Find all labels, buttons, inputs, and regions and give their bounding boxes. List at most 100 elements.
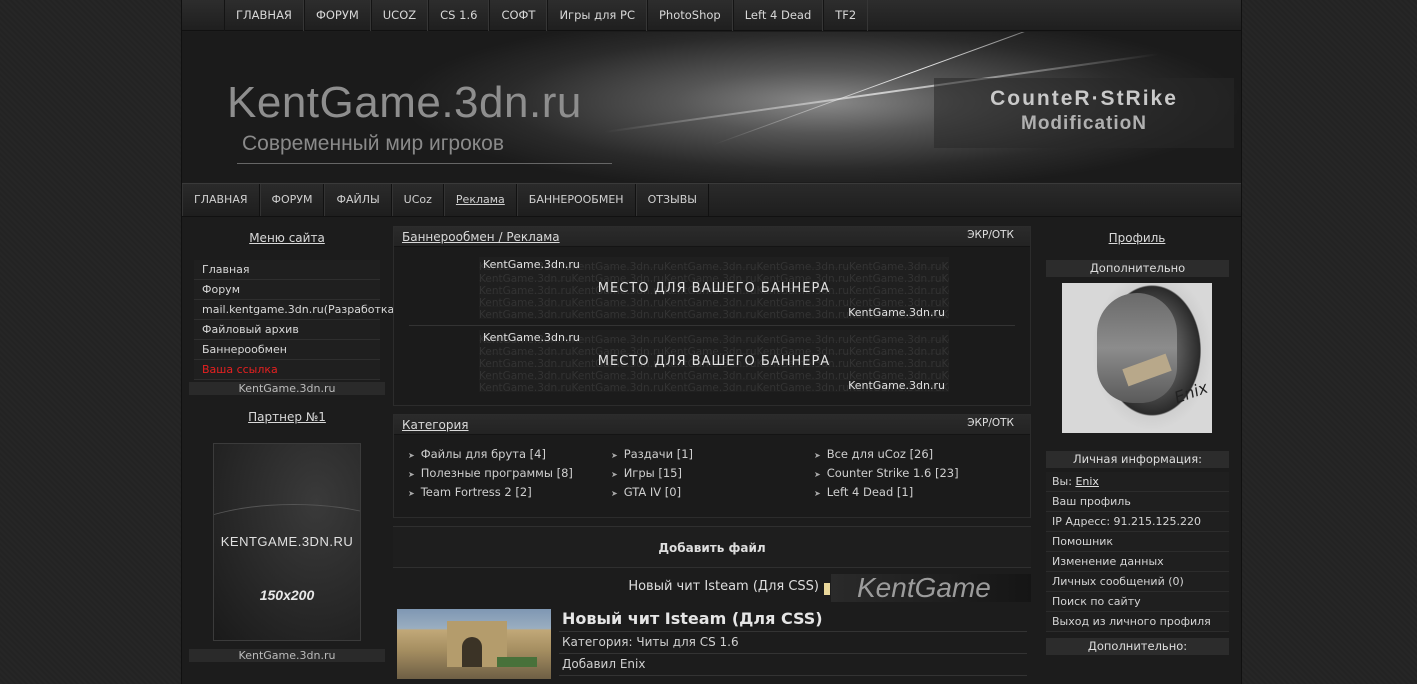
profile-title[interactable]: Профиль bbox=[1043, 226, 1231, 250]
menu-footer: KentGame.3dn.ru bbox=[189, 382, 385, 395]
avatar-signature: Enix bbox=[1171, 377, 1211, 408]
banner-top-left-text: KentGame.3dn.ru bbox=[483, 331, 580, 344]
top-nav-item-pc-games[interactable]: Игры для PC bbox=[547, 0, 647, 31]
category-item[interactable]: ➤ Файлы для брута [4] bbox=[408, 445, 611, 464]
category-item[interactable]: ➤ Team Fortress 2 [2] bbox=[408, 483, 611, 502]
top-nav-item-photoshop[interactable]: PhotoShop bbox=[646, 0, 733, 31]
top-nav-item-forum[interactable]: ФОРУМ bbox=[303, 0, 371, 31]
category-column: ➤ Все для uCoz [26] ➤ Counter Strike 1.6 [… bbox=[814, 445, 1017, 503]
sub-nav-item-files[interactable]: ФАЙЛЫ bbox=[324, 184, 392, 216]
banner-exchange-block: Баннерообмен / Реклама ЭКР/ОТК KentGame.… bbox=[393, 226, 1031, 406]
banner-468[interactable]: KentGame.3dn.ruKentGame.3dn.ruKentGame.3… bbox=[479, 330, 949, 392]
right-column: Профиль Дополнительно Enix Личная информ… bbox=[1043, 226, 1231, 655]
ip-address: IP Адресс: 91.215.125.220 bbox=[1046, 512, 1229, 532]
category-item[interactable]: ➤ Все для uCoz [26] bbox=[814, 445, 1017, 464]
entry-header-title[interactable]: Новый чит Isteam (Для CSS) bbox=[628, 579, 819, 594]
partner-footer: KentGame.3dn.ru bbox=[189, 649, 385, 662]
category-item[interactable]: ➤ Игры [15] bbox=[611, 464, 814, 483]
category-block: Категория ЭКР/ОТК ➤ Файлы для брута [4] ➤… bbox=[393, 414, 1031, 518]
sub-nav-item-forum[interactable]: ФОРУМ bbox=[259, 184, 325, 216]
menu-item-mail[interactable]: mail.kentgame.3dn.ru(Разработка) bbox=[194, 300, 399, 320]
add-file-button[interactable]: Добавить файл bbox=[393, 526, 1031, 568]
extra-section-header-2: Дополнительно: bbox=[1046, 638, 1229, 655]
partner-title[interactable]: Партнер №1 bbox=[187, 399, 387, 435]
category-item[interactable]: ➤ Раздачи [1] bbox=[611, 445, 814, 464]
banner-exchange-title[interactable]: Баннерообмен / Реклама bbox=[402, 230, 560, 244]
top-nav-item-l4d[interactable]: Left 4 Dead bbox=[732, 0, 824, 31]
edit-data-link[interactable]: Изменение данных bbox=[1046, 552, 1229, 572]
entry-thumbnail[interactable] bbox=[397, 609, 551, 679]
site-slogan: Современный мир игроков bbox=[242, 132, 505, 155]
banner-468[interactable]: KentGame.3dn.ruKentGame.3dn.ruKentGame.3… bbox=[479, 257, 949, 319]
banner-slot: KentGame.3dn.ruKentGame.3dn.ruKentGame.3… bbox=[409, 253, 1015, 319]
category-column: ➤ Раздачи [1] ➤ Игры [15] ➤ GTA IV [0] bbox=[611, 445, 814, 503]
arrow-icon: ➤ bbox=[408, 451, 415, 460]
menu-item-banner-exchange[interactable]: Баннерообмен bbox=[194, 340, 380, 360]
menu-item-forum[interactable]: Форум bbox=[194, 280, 380, 300]
category-item[interactable]: ➤ Полезные программы [8] bbox=[408, 464, 611, 483]
site-menu-title[interactable]: Меню сайта bbox=[187, 220, 387, 256]
sub-nav: ГЛАВНАЯ ФОРУМ ФАЙЛЫ UCoz Реклама БАННЕРО… bbox=[182, 183, 1241, 217]
messages-link[interactable]: Личных сообщений (0) bbox=[1046, 572, 1229, 592]
menu-item-main[interactable]: Главная bbox=[194, 260, 380, 280]
top-nav-item-main[interactable]: ГЛАВНАЯ bbox=[224, 0, 304, 31]
personal-info-header: Личная информация: bbox=[1046, 451, 1229, 468]
banner-exchange-header: Баннерообмен / Реклама ЭКР/ОТК bbox=[394, 227, 1030, 247]
site-menu: Главная Форум mail.kentgame.3dn.ru(Разра… bbox=[194, 260, 399, 380]
username-link[interactable]: Enix bbox=[1075, 475, 1099, 488]
category-column: ➤ Файлы для брута [4] ➤ Полезные программы… bbox=[408, 445, 611, 503]
top-nav-item-ucoz[interactable]: UCOZ bbox=[370, 0, 429, 31]
extra-section-header: Дополнительно bbox=[1046, 260, 1229, 277]
category-item[interactable]: ➤ GTA IV [0] bbox=[611, 483, 814, 502]
kentgame-logo: KentGame bbox=[831, 574, 1031, 602]
sub-nav-item-reviews[interactable]: ОТЗЫВЫ bbox=[635, 184, 709, 216]
entry-divider bbox=[559, 653, 1027, 654]
arrow-icon: ➤ bbox=[814, 489, 821, 498]
cs-logo-line1: CounteR·StRike bbox=[990, 87, 1178, 110]
banner-bottom-right-text: KentGame.3dn.ru bbox=[848, 306, 945, 319]
block-toggle[interactable]: ЭКР/ОТК bbox=[967, 229, 1014, 241]
sub-nav-item-ucoz[interactable]: UCoz bbox=[391, 184, 444, 216]
category-title[interactable]: Категория bbox=[402, 418, 469, 432]
site-search-link[interactable]: Поиск по сайту bbox=[1046, 592, 1229, 612]
entry-title[interactable]: Новый чит Isteam (Для CSS) bbox=[562, 609, 823, 628]
arrow-icon: ➤ bbox=[611, 451, 618, 460]
entry-category: Категория: Читы для CS 1.6 bbox=[562, 635, 739, 649]
banner-placeholder-text: МЕСТО ДЛЯ ВАШЕГО БАННЕРА bbox=[597, 354, 831, 369]
banner-bottom-right-text: KentGame.3dn.ru bbox=[848, 379, 945, 392]
banner-slot: KentGame.3dn.ruKentGame.3dn.ruKentGame.3… bbox=[409, 325, 1015, 392]
entry-author: Добавил Enix bbox=[562, 657, 646, 671]
top-nav-item-soft[interactable]: СОФТ bbox=[489, 0, 548, 31]
top-nav-item-cs16[interactable]: CS 1.6 bbox=[428, 0, 490, 31]
banner-placeholder-text: МЕСТО ДЛЯ ВАШЕГО БАННЕРА bbox=[597, 281, 831, 296]
profile-link[interactable]: Ваш профиль bbox=[1046, 492, 1229, 512]
entry-header: Новый чит Isteam (Для CSS) KentGame bbox=[393, 572, 1031, 604]
sub-nav-item-ads[interactable]: Реклама bbox=[443, 184, 517, 216]
partner-banner-size: 150x200 bbox=[259, 587, 315, 603]
top-nav-item-tf2[interactable]: TF2 bbox=[823, 0, 869, 31]
partner-banner-text: KENTGAME.3DN.RU bbox=[220, 534, 354, 549]
center-column: Баннерообмен / Реклама ЭКР/ОТК KentGame.… bbox=[393, 226, 1031, 679]
arrow-icon: ➤ bbox=[611, 489, 618, 498]
file-entry: Новый чит Isteam (Для CSS) Категория: Чи… bbox=[393, 609, 1031, 679]
cs-logo-line2: ModificatioN bbox=[1021, 113, 1147, 134]
sub-nav-item-main[interactable]: ГЛАВНАЯ bbox=[182, 184, 260, 216]
menu-item-file-archive[interactable]: Файловый архив bbox=[194, 320, 380, 340]
block-toggle[interactable]: ЭКР/ОТК bbox=[967, 417, 1014, 429]
category-list: ➤ Файлы для брута [4] ➤ Полезные программы… bbox=[394, 435, 1030, 503]
slogan-divider bbox=[237, 163, 612, 164]
current-user: Вы: Enix bbox=[1046, 472, 1229, 492]
page-wrapper: ГЛАВНАЯ ФОРУМ UCOZ CS 1.6 СОФТ Игры для … bbox=[181, 0, 1242, 684]
arrow-icon: ➤ bbox=[814, 470, 821, 479]
menu-item-your-link[interactable]: Ваша ссылка bbox=[194, 360, 380, 380]
category-item[interactable]: ➤ Counter Strike 1.6 [23] bbox=[814, 464, 1017, 483]
logout-link[interactable]: Выход из личного профиля bbox=[1046, 612, 1229, 632]
site-title[interactable]: KentGame.3dn.ru bbox=[227, 78, 582, 128]
helper-link[interactable]: Помошник bbox=[1046, 532, 1229, 552]
sub-nav-item-banner-exchange[interactable]: БАННЕРООБМЕН bbox=[516, 184, 636, 216]
entry-marker bbox=[824, 583, 830, 595]
top-nav: ГЛАВНАЯ ФОРУМ UCOZ CS 1.6 СОФТ Игры для … bbox=[182, 0, 1241, 31]
arrow-icon: ➤ bbox=[814, 451, 821, 460]
partner-banner[interactable]: KENTGAME.3DN.RU 150x200 bbox=[213, 443, 361, 641]
category-item[interactable]: ➤ Left 4 Dead [1] bbox=[814, 483, 1017, 502]
